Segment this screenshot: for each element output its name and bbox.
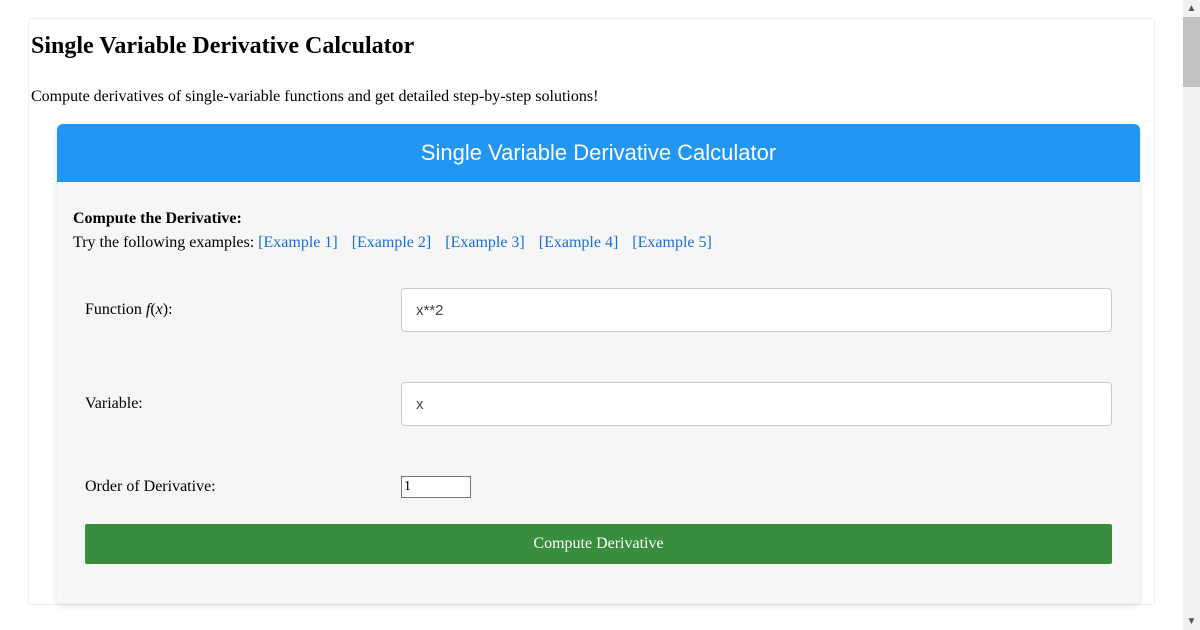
page-title: Single Variable Derivative Calculator: [29, 33, 1154, 60]
example-link-4[interactable]: [Example 4]: [539, 234, 619, 251]
scrollbar-up-icon[interactable]: ▲: [1183, 0, 1200, 17]
order-input[interactable]: [401, 476, 471, 498]
page-subtitle: Compute derivatives of single-variable f…: [31, 88, 1152, 106]
order-label: Order of Derivative:: [85, 478, 401, 496]
card-body: Compute the Derivative: Try the followin…: [57, 182, 1140, 604]
page-panel: Single Variable Derivative Calculator Co…: [28, 18, 1155, 605]
compute-derivative-button[interactable]: Compute Derivative: [85, 524, 1112, 564]
examples-line: Try the following examples: [Example 1] …: [73, 234, 1124, 252]
examples-label: Try the following examples:: [73, 234, 258, 251]
function-row: Function f(x):: [73, 288, 1124, 332]
variable-input[interactable]: [401, 382, 1112, 426]
example-link-3[interactable]: [Example 3]: [445, 234, 525, 251]
scrollbar-thumb[interactable]: [1183, 17, 1200, 87]
calculator-card: Single Variable Derivative Calculator Co…: [57, 124, 1140, 604]
scrollbar-track[interactable]: ▲ ▼: [1183, 0, 1200, 630]
function-input[interactable]: [401, 288, 1112, 332]
example-link-5[interactable]: [Example 5]: [632, 234, 712, 251]
variable-label: Variable:: [85, 395, 401, 413]
card-header: Single Variable Derivative Calculator: [57, 124, 1140, 182]
order-row: Order of Derivative:: [73, 476, 1124, 498]
example-link-1[interactable]: [Example 1]: [258, 234, 338, 251]
variable-row: Variable:: [73, 382, 1124, 426]
scrollbar-down-icon[interactable]: ▼: [1183, 613, 1200, 630]
example-link-2[interactable]: [Example 2]: [352, 234, 432, 251]
function-label: Function f(x):: [85, 301, 401, 319]
compute-heading: Compute the Derivative:: [73, 210, 1124, 228]
